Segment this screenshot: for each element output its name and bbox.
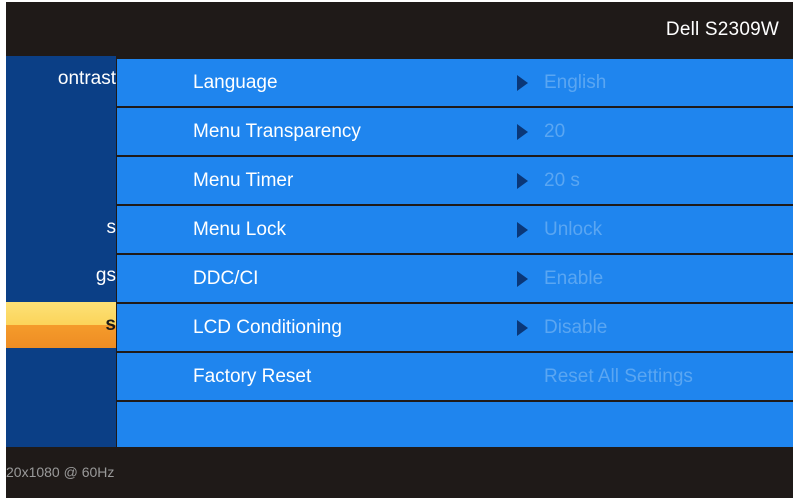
triangle-right-icon [517, 75, 528, 91]
main-menu-item-label: ontrast [57, 68, 116, 89]
menu-row-menu-timer[interactable]: Menu Timer 20 s [117, 157, 793, 204]
triangle-right-icon [517, 271, 528, 287]
menu-row-label: LCD Conditioning [193, 317, 342, 338]
menu-row-value: Disable [544, 317, 608, 338]
menu-row-label: Menu Lock [193, 219, 286, 240]
menu-row-value: English [544, 72, 607, 93]
menu-row-value: Unlock [544, 219, 603, 240]
triangle-right-icon [517, 320, 528, 336]
resolution-readout: 20x1080 @ 60Hz [6, 464, 115, 480]
menu-row-menu-transparency[interactable]: Menu Transparency 20 [117, 108, 793, 155]
main-menu-item-label: gs [95, 265, 116, 286]
menu-row-empty [117, 402, 793, 447]
menu-row-value: 20 s [544, 170, 580, 191]
triangle-right-icon [517, 173, 528, 189]
menu-row-language[interactable]: Language English [117, 59, 793, 106]
main-menu-item-7[interactable] [6, 352, 116, 398]
osd-body: ontrast s gs s Language English Menu Tra… [6, 56, 793, 447]
triangle-right-icon [517, 124, 528, 140]
menu-row-value: Reset All Settings [544, 366, 693, 387]
menu-row-label: DDC/CI [193, 268, 259, 289]
main-menu-item-label: s [105, 314, 116, 335]
settings-submenu: Language English Menu Transparency 20 Me… [117, 56, 793, 447]
menu-row-lcd-conditioning[interactable]: LCD Conditioning Disable [117, 304, 793, 351]
triangle-right-icon [517, 222, 528, 238]
osd-footer: 20x1080 @ 60Hz [6, 447, 793, 498]
main-menu-item-5[interactable]: gs [6, 253, 116, 299]
menu-row-ddc-ci[interactable]: DDC/CI Enable [117, 255, 793, 302]
main-menu-item-3[interactable] [6, 153, 116, 199]
main-menu-item-4[interactable]: s [6, 205, 117, 251]
monitor-osd: Dell S2309W ontrast s gs s Language Engl… [6, 2, 793, 498]
menu-row-label: Menu Transparency [193, 121, 361, 142]
main-menu-item-other-settings[interactable]: s [6, 302, 116, 348]
main-menu: ontrast s gs s [6, 56, 116, 447]
menu-row-label: Factory Reset [193, 366, 312, 387]
monitor-model-label: Dell S2309W [665, 19, 779, 40]
osd-header: Dell S2309W [6, 2, 793, 56]
main-menu-item-label: s [106, 217, 117, 238]
menu-row-factory-reset[interactable]: Factory Reset Reset All Settings [117, 353, 793, 400]
menu-row-menu-lock[interactable]: Menu Lock Unlock [117, 206, 793, 253]
menu-row-value: 20 [544, 121, 566, 142]
main-menu-item-2[interactable] [6, 104, 116, 150]
menu-row-label: Language [193, 72, 278, 93]
menu-row-value: Enable [544, 268, 604, 289]
menu-row-label: Menu Timer [193, 170, 294, 191]
main-menu-item-brightness-contrast[interactable]: ontrast [6, 56, 116, 102]
